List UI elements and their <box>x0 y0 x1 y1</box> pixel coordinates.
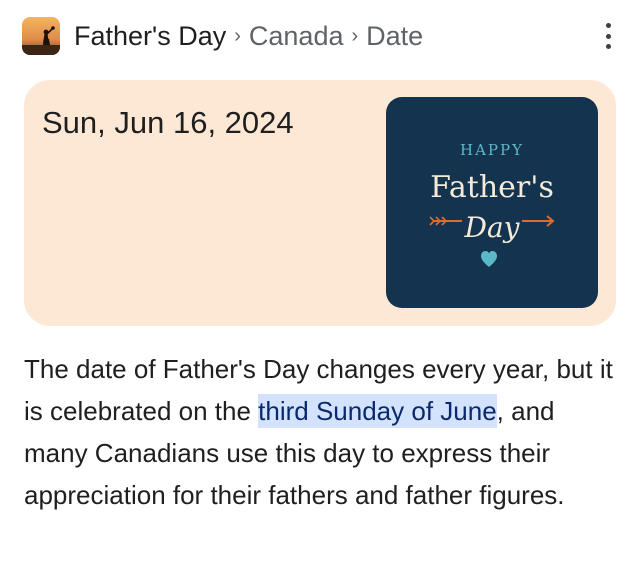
arrow-right-icon <box>522 215 555 227</box>
breadcrumb-separator: › <box>351 24 359 47</box>
breadcrumb-canada[interactable]: Canada <box>249 21 344 52</box>
fathers-day-thumbnail-icon[interactable] <box>22 17 60 55</box>
answer-description: The date of Father's Day changes every y… <box>24 348 624 516</box>
fathers-day-image[interactable]: HAPPY Father's Day <box>386 97 598 308</box>
kebab-dot <box>605 23 611 28</box>
kebab-dot <box>605 44 611 49</box>
breadcrumb-fathers-day[interactable]: Father's Day <box>74 21 226 52</box>
breadcrumb-date[interactable]: Date <box>366 21 423 52</box>
happy-text: HAPPY <box>460 141 524 159</box>
day-text: Day <box>464 211 521 244</box>
result-header: Father's Day › Canada › Date <box>22 14 622 58</box>
date-card: Sun, Jun 16, 2024 HAPPY Father's Day <box>24 80 616 326</box>
thumbnail-graphic <box>22 17 60 55</box>
highlighted-answer: third Sunday of June <box>258 394 497 428</box>
date-answer: Sun, Jun 16, 2024 <box>42 105 294 140</box>
arrow-left-icon <box>429 216 462 226</box>
breadcrumb: Father's Day › Canada › Date <box>74 21 423 52</box>
fathers-text: Father's <box>430 170 554 205</box>
fathers-day-graphic: HAPPY Father's Day <box>429 141 555 267</box>
breadcrumb-separator: › <box>234 24 241 47</box>
kebab-dot <box>605 33 611 39</box>
more-vert-icon[interactable] <box>600 20 616 52</box>
heart-icon <box>481 251 497 267</box>
